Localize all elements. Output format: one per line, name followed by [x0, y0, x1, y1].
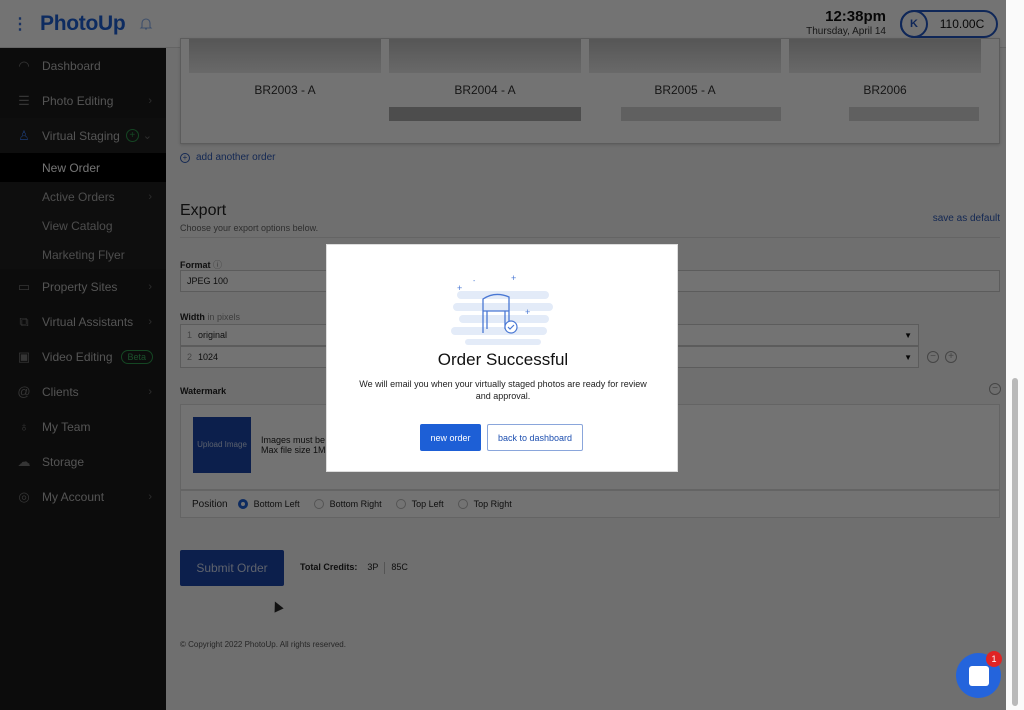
chat-launcher-button[interactable]: 1	[956, 651, 1002, 698]
chat-badge: 1	[986, 651, 1002, 667]
scrollbar[interactable]	[1006, 0, 1024, 710]
svg-text:+: +	[525, 307, 530, 317]
svg-text:+: +	[457, 283, 462, 293]
back-to-dashboard-button[interactable]: back to dashboard	[487, 424, 583, 451]
order-success-modal: + + + - Order Successful We will email y…	[326, 244, 678, 472]
svg-text:+: +	[511, 273, 516, 283]
modal-title: Order Successful	[437, 350, 569, 369]
scrollbar-thumb[interactable]	[1012, 378, 1018, 706]
svg-text:-: -	[473, 278, 476, 285]
modal-message: We will email you when your virtually st…	[359, 379, 647, 401]
chat-icon	[968, 665, 989, 686]
chair-success-illustration: + + + -	[451, 273, 553, 345]
new-order-button[interactable]: new order	[420, 424, 481, 451]
